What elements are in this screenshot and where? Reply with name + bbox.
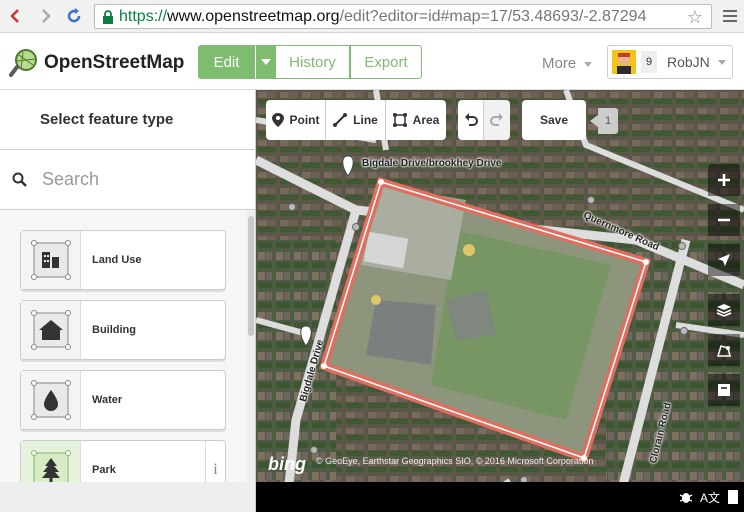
more-label: More [542, 55, 577, 72]
preset-building[interactable]: Building [20, 300, 226, 360]
url-host: www.openstreetmap.org [167, 7, 340, 25]
save-button[interactable]: Save [522, 100, 586, 140]
search-placeholder: Search [42, 169, 100, 189]
imagery-logo: bing [268, 454, 306, 474]
reload-button[interactable] [64, 6, 84, 26]
forward-arrow-icon [42, 9, 51, 23]
map-canvas[interactable]: Bigdale Drive/brookhey Drive Quernmore R… [256, 90, 744, 512]
osm-logo-icon[interactable] [9, 47, 39, 77]
username: RobJN [667, 54, 710, 70]
avatar-image-icon [612, 50, 636, 74]
back-arrow-icon [10, 9, 19, 23]
chevron-down-icon [260, 59, 271, 65]
site-name[interactable]: OpenStreetMap [44, 52, 184, 74]
badge-arrow-icon [590, 115, 598, 127]
scrollbar-thumb[interactable] [248, 216, 254, 336]
land-use-icon [30, 240, 71, 280]
location-arrow-icon [718, 254, 730, 266]
preset-icon-box [21, 371, 81, 429]
address-bar[interactable]: https://www.openstreetmap.org/edit?edito… [94, 4, 712, 29]
translate-button[interactable]: A文 [700, 489, 720, 506]
forward-button[interactable] [36, 6, 56, 26]
aerial-imagery [256, 90, 744, 512]
preset-list: Land Use Building Water Park i [0, 210, 247, 512]
edit-tabs: Edit History Export [198, 45, 422, 79]
line-icon [333, 113, 348, 127]
preset-icon-box [21, 231, 81, 289]
preset-water[interactable]: Water [20, 370, 226, 430]
map-data-button[interactable] [708, 334, 740, 366]
help-button[interactable] [708, 374, 740, 406]
sidebar-title: Select feature type [0, 90, 255, 150]
map-data-icon [716, 345, 731, 357]
minus-icon [718, 218, 730, 222]
history-toolbar [458, 100, 510, 140]
area-label: Area [412, 113, 440, 127]
preset-scrollbar[interactable] [247, 210, 255, 512]
back-button[interactable] [5, 6, 25, 26]
water-icon [30, 380, 71, 420]
save-toolbar: Save [522, 100, 586, 140]
background-layers-button[interactable] [708, 294, 740, 326]
avatar [612, 50, 636, 74]
draw-toolbar: Point Line Area [266, 100, 446, 140]
street-label-bigdale-brookhey: Bigdale Drive/brookhey Drive [362, 158, 502, 169]
sidebar-footer [0, 482, 255, 512]
preset-land-use[interactable]: Land Use [20, 230, 226, 290]
line-label: Line [353, 113, 378, 127]
lock-icon [103, 9, 113, 24]
undo-button[interactable] [458, 100, 484, 140]
reload-icon [67, 8, 81, 23]
preset-search-input[interactable]: Search [0, 150, 255, 210]
url-scheme: https:// [119, 7, 168, 25]
chevron-down-icon [717, 59, 726, 65]
geolocate-button[interactable] [708, 244, 740, 276]
point-label: Point [289, 113, 320, 127]
area-icon [392, 113, 407, 127]
tab-export[interactable]: Export [350, 45, 422, 79]
plus-icon [718, 174, 730, 186]
feature-sidebar: Select feature type Search Land Use Buil… [0, 90, 256, 512]
undo-icon [464, 113, 478, 126]
url-path: /edit?editor=id#map=17/53.48693/-2.87294 [339, 7, 647, 25]
layers-icon [716, 304, 732, 317]
add-line-button[interactable]: Line [326, 100, 386, 140]
search-icon [12, 172, 27, 187]
point-icon [271, 113, 284, 127]
zoom-in-button[interactable] [708, 164, 740, 196]
edit-menu-button[interactable] [255, 45, 276, 79]
redo-icon [490, 113, 503, 126]
tab-history[interactable]: History [276, 45, 350, 79]
book-icon [718, 384, 730, 396]
browser-toolbar: https://www.openstreetmap.org/edit?edito… [0, 0, 744, 33]
redo-button[interactable] [484, 100, 510, 140]
more-menu[interactable]: More [542, 55, 593, 72]
map-footer: A文 [256, 482, 744, 512]
bug-icon[interactable] [678, 489, 694, 505]
save-label: Save [539, 113, 569, 127]
message-count-badge: 9 [641, 51, 657, 73]
add-point-button[interactable]: Point [266, 100, 326, 140]
add-area-button[interactable]: Area [386, 100, 446, 140]
building-icon [30, 310, 71, 350]
tab-edit[interactable]: Edit [198, 45, 255, 79]
preset-label: Building [92, 324, 136, 336]
bookmark-star-icon[interactable]: ☆ [687, 7, 703, 28]
chevron-down-icon [584, 61, 593, 67]
save-count: 1 [598, 108, 618, 134]
site-header: OpenStreetMap Edit History Export More 9… [0, 33, 744, 90]
preset-label: Land Use [92, 254, 142, 266]
preset-icon-box [21, 301, 81, 359]
imagery-attribution[interactable]: © GeoEye, Earthstar Geographics SIO, © 2… [316, 456, 593, 466]
save-count-badge: 1 [590, 108, 620, 134]
preset-label: Water [92, 394, 123, 406]
user-menu[interactable]: 9 RobJN [607, 45, 733, 79]
footer-edge-marker [728, 490, 738, 504]
browser-menu-icon[interactable] [722, 8, 738, 24]
preset-label: Park [92, 464, 116, 476]
zoom-out-button[interactable] [708, 204, 740, 236]
